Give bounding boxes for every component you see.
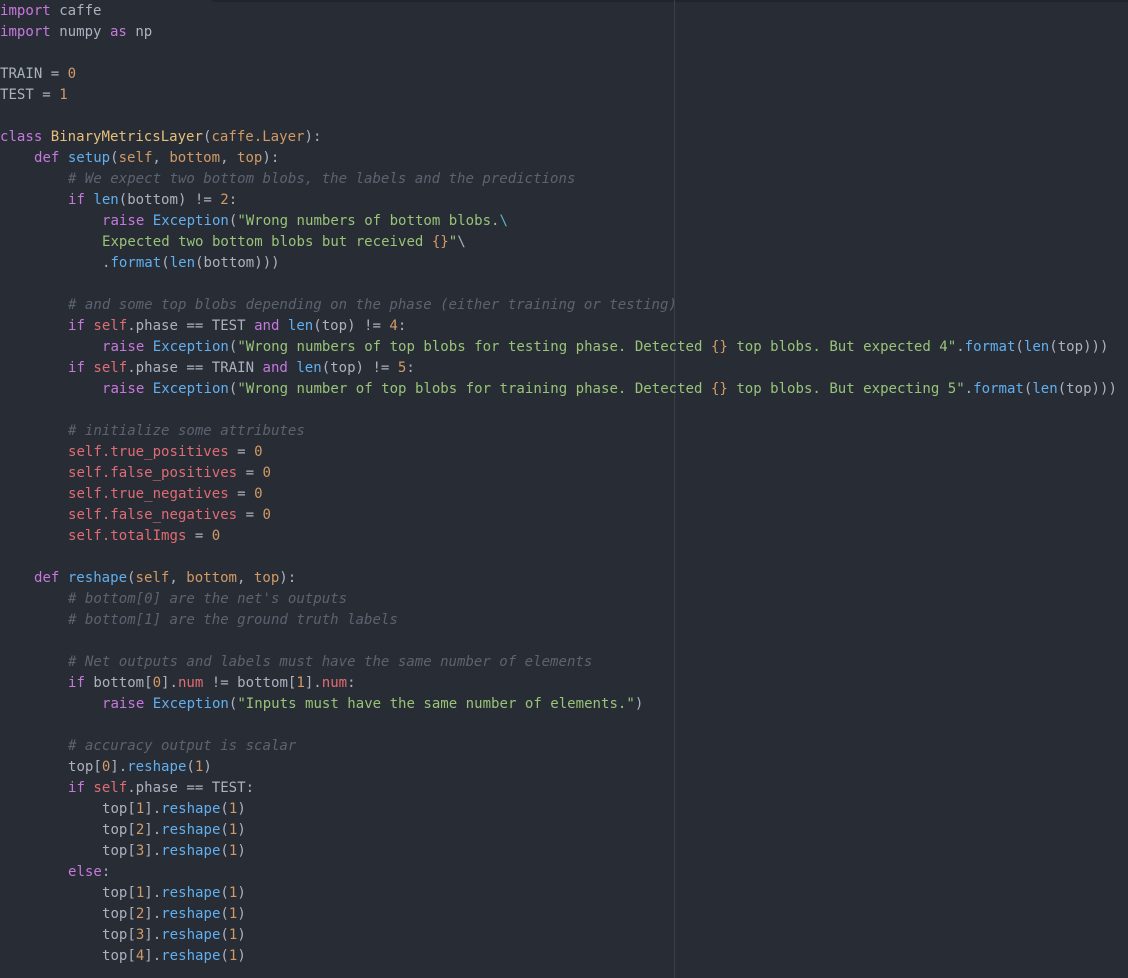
- code-line: if self.phase == TEST:: [68, 780, 255, 796]
- code-line: raise Exception("Wrong numbers of bottom…: [102, 213, 508, 229]
- code-line: top[3].reshape(1): [102, 843, 246, 859]
- code-line: TRAIN = 0: [0, 66, 77, 82]
- code-line: top[1].reshape(1): [102, 885, 246, 901]
- code-line: # We expect two bottom blobs, the labels…: [68, 171, 576, 187]
- code-line: raise Exception("Wrong numbers of top bl…: [102, 339, 1109, 355]
- code-line: if self.phase == TRAIN and len(top) != 5…: [68, 360, 415, 376]
- code-line: self.false_positives = 0: [68, 465, 271, 481]
- code-line: import caffe: [0, 3, 102, 19]
- code-line: class BinaryMetricsLayer(caffe.Layer):: [0, 129, 322, 145]
- code-line: if self.phase == TEST and len(top) != 4:: [68, 318, 407, 334]
- code-line: # bottom[0] are the net's outputs: [68, 591, 348, 607]
- code-line: self.false_negatives = 0: [68, 507, 271, 523]
- code-line: else:: [68, 864, 111, 880]
- code-line: TEST = 1: [0, 87, 68, 103]
- code-line: # and some top blobs depending on the ph…: [68, 297, 677, 313]
- code-line: Expected two bottom blobs but received {…: [102, 234, 466, 250]
- code-line: top[3].reshape(1): [102, 927, 246, 943]
- code-line: if bottom[0].num != bottom[1].num:: [68, 675, 356, 691]
- code-line: .format(len(bottom))): [102, 255, 280, 271]
- code-line: top[2].reshape(1): [102, 906, 246, 922]
- code-line: self.true_positives = 0: [68, 444, 263, 460]
- code-line: self.true_negatives = 0: [68, 486, 263, 502]
- code-line: # accuracy output is scalar: [68, 738, 297, 754]
- code-line: # Net outputs and labels must have the s…: [68, 654, 593, 670]
- code-line: # initialize some attributes: [68, 423, 305, 439]
- code-line: top[2].reshape(1): [102, 822, 246, 838]
- code-editor[interactable]: import caffe import numpy as np TRAIN = …: [0, 1, 1128, 967]
- code-line: raise Exception("Inputs must have the sa…: [102, 696, 644, 712]
- code-line: import numpy as np: [0, 24, 153, 40]
- code-line: if len(bottom) != 2:: [68, 192, 238, 208]
- code-line: top[4].reshape(1): [102, 948, 246, 964]
- code-line: def reshape(self, bottom, top):: [34, 570, 297, 586]
- code-line: def setup(self, bottom, top):: [34, 150, 280, 166]
- code-line: top[1].reshape(1): [102, 801, 246, 817]
- code-line: # bottom[1] are the ground truth labels: [68, 612, 398, 628]
- code-line: raise Exception("Wrong number of top blo…: [102, 381, 1117, 397]
- code-line: self.totalImgs = 0: [68, 528, 221, 544]
- code-line: top[0].reshape(1): [68, 759, 212, 775]
